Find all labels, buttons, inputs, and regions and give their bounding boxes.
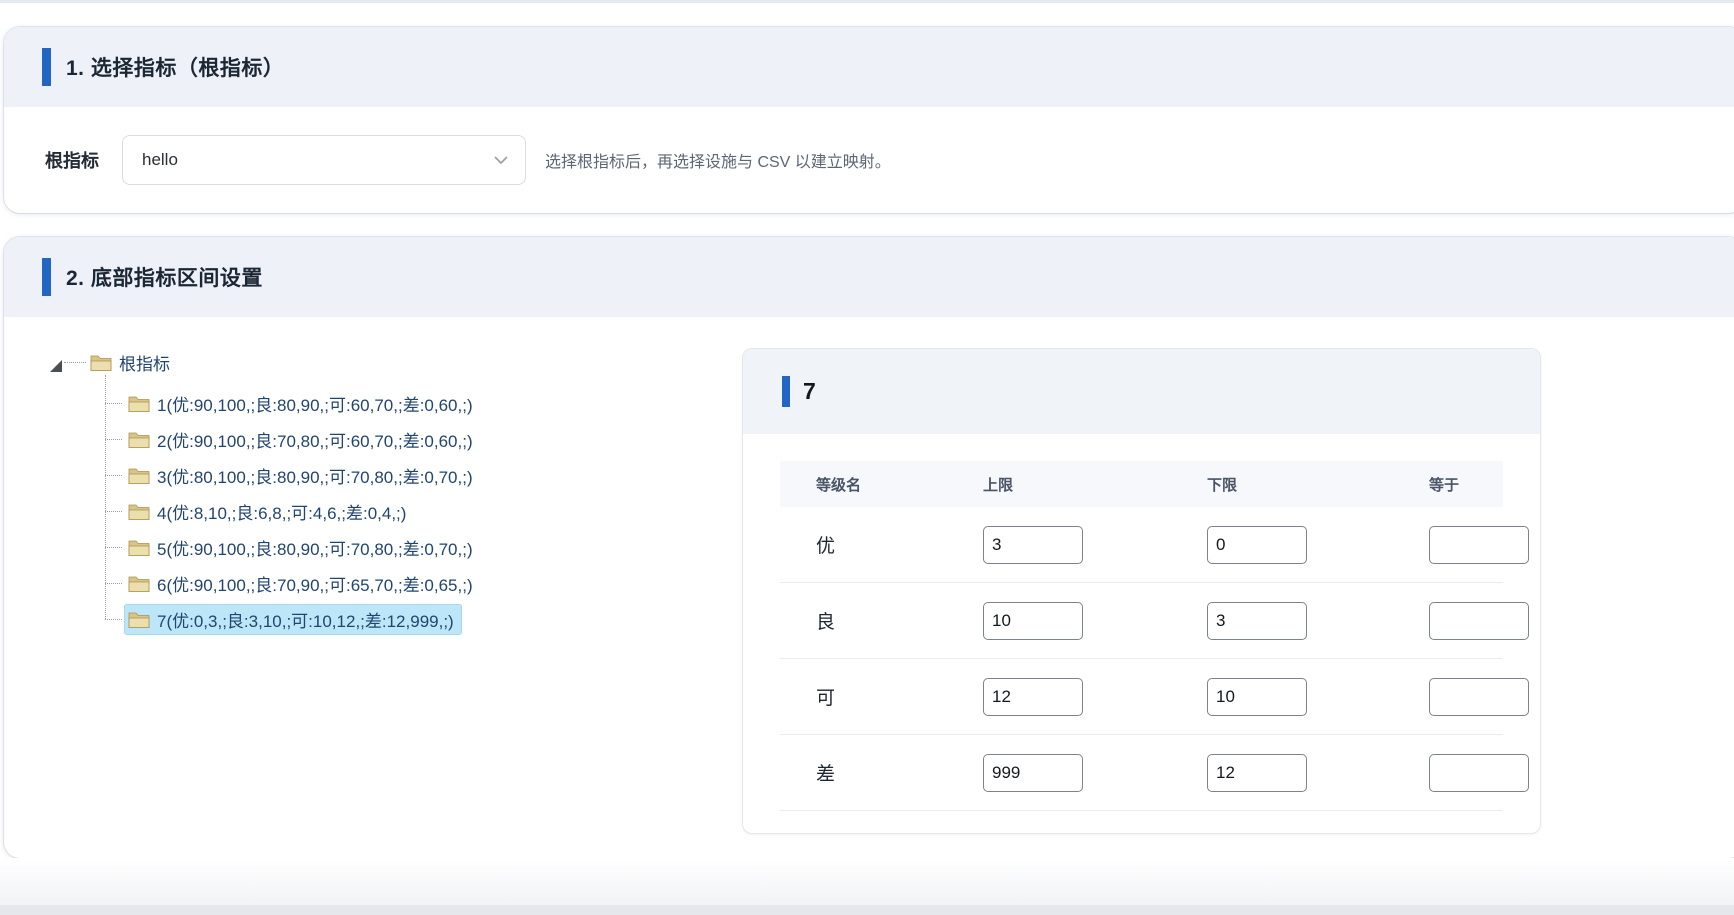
col-header-upper: 上限 [983,474,1207,495]
tree-item-2: 2(优:90,100,;良:70,80,;可:60,70,;差:0,60,;) [50,421,481,457]
equal-input[interactable] [1429,678,1529,716]
accent-bar [782,376,790,407]
equal-input[interactable] [1429,754,1529,792]
equal-input[interactable] [1429,526,1529,564]
tree-item-7: 7(优:0,3,;良:3,10,;可:10,12,;差:12,999,;) [50,601,481,637]
expander-icon[interactable] [50,360,62,372]
table-header-row: 等级名 上限 下限 等于 [780,461,1503,507]
section2-title: 2. 底部指标区间设置 [66,262,263,292]
section-select-indicator: 1. 选择指标（根指标） 根指标 hello 选择根指标后，再选择设施与 CSV… [4,27,1734,213]
tree-root-row: 根指标 [50,345,481,379]
tree-node-2[interactable]: 2(优:90,100,;良:70,80,;可:60,70,;差:0,60,;) [124,424,481,455]
bottom-fade [0,858,1734,905]
folder-icon [128,574,150,593]
table-row: 良 [780,583,1503,659]
section-interval-settings: 2. 底部指标区间设置 根指标 1(优:90,100,;良:80,90,;可:6… [4,237,1734,858]
tree-label: 6(优:90,100,;良:70,90,;可:65,70,;差:0,65,;) [157,571,473,596]
folder-icon [128,610,150,629]
tree-node-4[interactable]: 4(优:8,10,;良:6,8,;可:4,6,;差:0,4,;) [124,496,414,527]
tree-connector [64,362,86,363]
table-row: 可 [780,659,1503,735]
tree-node-1[interactable]: 1(优:90,100,;良:80,90,;可:60,70,;差:0,60,;) [124,388,481,419]
grade-label: 差 [816,759,983,786]
tree-item-4: 4(优:8,10,;良:6,8,;可:4,6,;差:0,4,;) [50,493,481,529]
folder-icon [128,430,150,449]
col-header-equal: 等于 [1429,474,1503,495]
section2-header: 2. 底部指标区间设置 [4,237,1734,317]
tree-root-node[interactable]: 根指标 [86,347,178,378]
root-indicator-select[interactable]: hello [122,135,526,185]
indicator-tree: 根指标 1(优:90,100,;良:80,90,;可:60,70,;差:0,60… [50,345,481,637]
lower-limit-input[interactable] [1207,602,1307,640]
panel-title: 7 [803,378,816,405]
tree-node-3[interactable]: 3(优:80,100,;良:80,90,;可:70,80,;差:0,70,;) [124,460,481,491]
section1-header: 1. 选择指标（根指标） [4,27,1734,107]
folder-icon [128,466,150,485]
upper-limit-input[interactable] [983,678,1083,716]
table-row: 优 [780,507,1503,583]
tree-label: 4(优:8,10,;良:6,8,;可:4,6,;差:0,4,;) [157,499,406,524]
accent-bar [42,258,51,296]
tree-node-6[interactable]: 6(优:90,100,;良:70,90,;可:65,70,;差:0,65,;) [124,568,481,599]
tree-label: 3(优:80,100,;良:80,90,;可:70,80,;差:0,70,;) [157,463,473,488]
tree-item-6: 6(优:90,100,;良:70,90,;可:65,70,;差:0,65,;) [50,565,481,601]
root-indicator-label: 根指标 [45,147,99,173]
col-header-lower: 下限 [1207,474,1429,495]
lower-limit-input[interactable] [1207,754,1307,792]
section1-title: 1. 选择指标（根指标） [66,52,284,82]
grade-label: 可 [816,683,983,710]
tree-label: 7(优:0,3,;良:3,10,;可:10,12,;差:12,999,;) [157,607,454,632]
grade-label: 良 [816,607,983,634]
tree-root-label: 根指标 [119,350,170,375]
top-divider [0,0,1734,3]
tree-item-1: 1(优:90,100,;良:80,90,;可:60,70,;差:0,60,;) [50,385,481,421]
tree-node-7-selected[interactable]: 7(优:0,3,;良:3,10,;可:10,12,;差:12,999,;) [124,604,462,635]
folder-icon [128,502,150,521]
upper-limit-input[interactable] [983,754,1083,792]
lower-limit-input[interactable] [1207,678,1307,716]
tree-node-5[interactable]: 5(优:90,100,;良:80,90,;可:70,80,;差:0,70,;) [124,532,481,563]
equal-input[interactable] [1429,602,1529,640]
col-header-grade: 等级名 [816,474,983,495]
grade-label: 优 [816,531,983,558]
tree-label: 2(优:90,100,;良:70,80,;可:60,70,;差:0,60,;) [157,427,473,452]
lower-limit-input[interactable] [1207,526,1307,564]
root-indicator-form-row: 根指标 hello 选择根指标后，再选择设施与 CSV 以建立映射。 [4,107,1734,213]
grade-interval-table: 等级名 上限 下限 等于 优 良 可 [780,461,1503,811]
upper-limit-input[interactable] [983,602,1083,640]
tree-item-3: 3(优:80,100,;良:80,90,;可:70,80,;差:0,70,;) [50,457,481,493]
panel-header: 7 [743,349,1540,434]
tree-label: 1(优:90,100,;良:80,90,;可:60,70,;差:0,60,;) [157,391,473,416]
bottom-divider [0,905,1734,915]
table-row: 差 [780,735,1503,811]
accent-bar [42,48,51,86]
chevron-down-icon [493,152,509,168]
tree-label: 5(优:90,100,;良:80,90,;可:70,80,;差:0,70,;) [157,535,473,560]
root-indicator-hint: 选择根指标后，再选择设施与 CSV 以建立映射。 [545,148,891,172]
tree-children: 1(优:90,100,;良:80,90,;可:60,70,;差:0,60,;) … [50,385,481,637]
folder-icon [128,538,150,557]
folder-icon [128,394,150,413]
upper-limit-input[interactable] [983,526,1083,564]
folder-icon [90,353,112,372]
indicator-detail-panel: 7 等级名 上限 下限 等于 优 良 可 [742,348,1541,834]
tree-item-5: 5(优:90,100,;良:80,90,;可:70,80,;差:0,70,;) [50,529,481,565]
root-indicator-select-value: hello [142,150,178,170]
